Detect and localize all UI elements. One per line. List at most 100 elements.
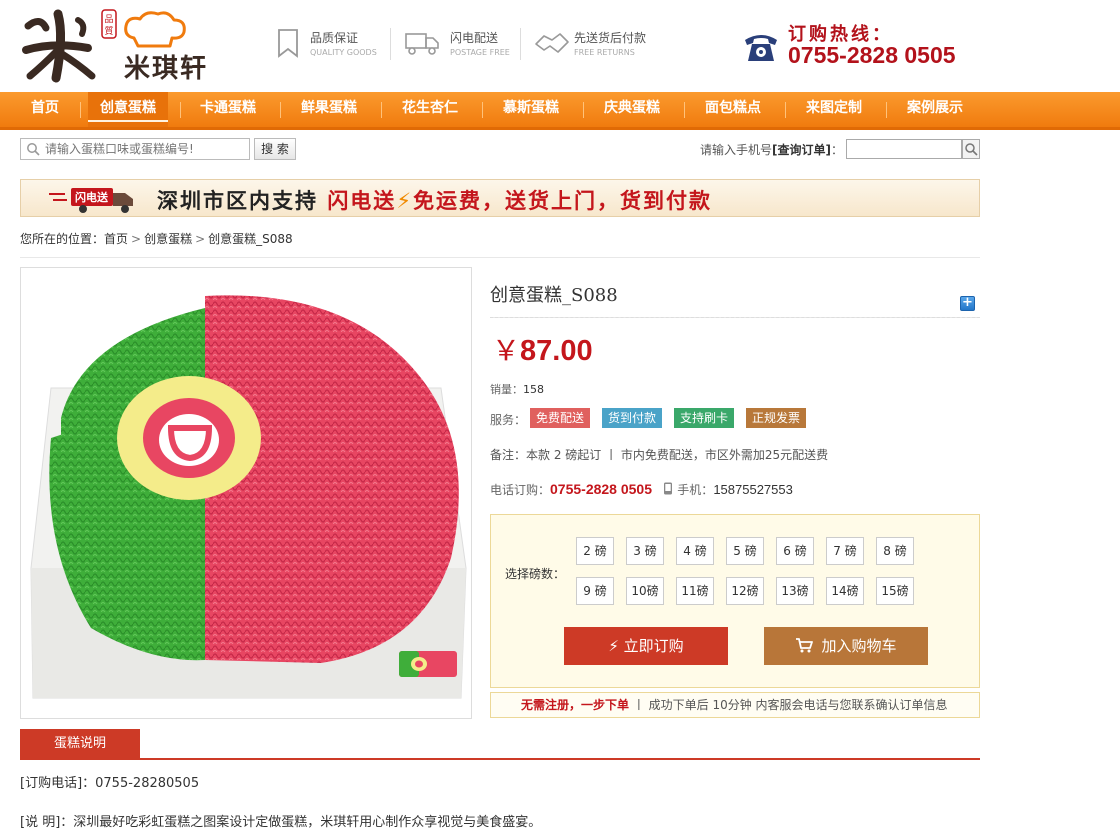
plus-icon[interactable]: + [960,296,975,311]
tip-highlight: 无需注册，一步下单 [521,698,630,712]
nav-divider [381,102,382,118]
breadcrumb-separator: > [131,232,142,246]
nav-divider [684,102,685,118]
breadcrumb: 您所在的位置：首页 > 创意蛋糕 > 创意蛋糕_S088 [20,230,293,247]
breadcrumb-category[interactable]: 创意蛋糕 [144,232,192,246]
weight-option[interactable]: 7 磅 [826,537,864,565]
tip-text: 丨 成功下单后 10分钟 内客服会电话与您联系确认订单信息 [629,698,948,712]
cake-photo [30,295,467,699]
feature-subtitle: FREE RETURNS [574,48,635,57]
phone-label: 电话订购： [490,483,551,497]
nav-divider [482,102,483,118]
nav-item-home[interactable]: 首页 [16,92,74,127]
feature-subtitle: POSTAGE FREE [450,48,510,57]
service-badge-cash-on-delivery: 货到付款 [602,408,663,428]
hotline-number: 0755-2828 0505 [788,42,956,68]
mobile-phone-icon [664,482,673,495]
divider [20,758,980,760]
divider [490,317,980,318]
weight-option[interactable]: 4 磅 [676,537,714,565]
feature-title: 闪电配送 [450,31,499,45]
telephone-icon [745,35,777,61]
add-to-cart-label: 加入购物车 [821,637,897,655]
weight-label: 选择磅数： [505,567,566,581]
feature-title: 品质保证 [310,31,359,45]
logo-text: 米琪轩 [124,54,209,84]
order-search-button[interactable] [962,139,980,159]
weight-option[interactable]: 2 磅 [576,537,614,565]
site-logo[interactable]: 品 質 米琪轩 [20,6,230,84]
order-query-link[interactable]: [查询订单] [772,143,831,157]
svg-text:質: 質 [105,25,114,37]
price-value: 87.00 [520,335,593,367]
mobile-number: 15875527553 [713,482,793,497]
main-nav: 首页 创意蛋糕 卡通蛋糕 鲜果蛋糕 花生杏仁 慕斯蛋糕 庆典蛋糕 面包糕点 来图… [0,92,1120,130]
feature-title: 先送货后付款 [574,31,647,45]
feature-subtitle: QUALITY GOODS [310,48,377,57]
weight-option[interactable]: 10磅 [626,577,664,605]
nav-item-fruit-cakes[interactable]: 鲜果蛋糕 [289,92,369,127]
add-to-cart-button[interactable]: 加入购物车 [764,627,928,665]
service-badge-invoice: 正规发票 [746,408,807,428]
nav-item-cartoon-cakes[interactable]: 卡通蛋糕 [188,92,268,127]
weight-option[interactable]: 8 磅 [876,537,914,565]
weight-option[interactable]: 11磅 [676,577,714,605]
breadcrumb-current: 创意蛋糕_S088 [208,232,293,246]
product-price: ￥87.00 [492,329,593,369]
breadcrumb-prefix: 您所在的位置： [20,232,105,246]
banner-part1: 深圳市区内支持 [157,189,318,213]
search-icon [965,143,978,156]
weight-option[interactable]: 5 磅 [726,537,764,565]
nav-item-creative-cakes[interactable]: 创意蛋糕 [88,92,168,127]
nav-divider [785,102,786,118]
nav-divider [180,102,181,118]
weight-option[interactable]: 6 磅 [776,537,814,565]
breadcrumb-home[interactable]: 首页 [104,232,128,246]
nav-item-mousse-cakes[interactable]: 慕斯蛋糕 [491,92,571,127]
order-phone-input[interactable] [846,139,962,159]
truck-label: 闪电送 [75,190,109,204]
tab-cake-description[interactable]: 蛋糕说明 [20,729,140,759]
service-badge-free-delivery: 免费配送 [530,408,591,428]
weight-option[interactable]: 3 磅 [626,537,664,565]
handshake-icon [535,33,569,53]
sales-value: 158 [523,383,544,396]
delivery-banner[interactable]: 闪电送 深圳市区内支持 闪电送⚡免运费，送货上门，货到付款 [20,179,980,217]
weight-option[interactable]: 12磅 [726,577,764,605]
nav-item-peanut-almond[interactable]: 花生杏仁 [390,92,470,127]
service-badge-card-payment: 支持刷卡 [674,408,735,428]
buy-now-button[interactable]: ⚡ 立即订购 [564,627,728,665]
weight-option[interactable]: 15磅 [876,577,914,605]
delivery-truck-icon: 闪电送 [49,188,133,213]
buy-now-label: 立即订购 [623,637,684,655]
sales-count: 销量：158 [490,381,544,397]
breadcrumb-separator: > [195,232,206,246]
nav-item-bread-pastry[interactable]: 面包糕点 [693,92,773,127]
order-query-prefix: 请输入手机号 [700,143,773,157]
order-query-label: 请输入手机号[查询订单]： [700,141,843,158]
nav-divider [280,102,281,118]
cart-icon [796,638,814,653]
product-title: 创意蛋糕_S088 [490,285,618,306]
nav-item-cases[interactable]: 案例展示 [895,92,975,127]
weight-option[interactable]: 13磅 [776,577,814,605]
product-image[interactable] [20,267,472,719]
nav-item-celebration-cakes[interactable]: 庆典蛋糕 [592,92,672,127]
weight-option[interactable]: 9 磅 [576,577,614,605]
nav-item-custom-design[interactable]: 来图定制 [794,92,874,127]
weight-option[interactable]: 14磅 [826,577,864,605]
banner-part3: 免运费，送货上门，货到付款 [413,189,713,213]
nav-divider [80,102,81,118]
search-button[interactable]: 搜 索 [254,138,296,160]
phone-order: 电话订购：0755-2828 0505 手机：15875527553 [490,481,793,498]
search-input[interactable] [20,138,250,160]
order-note: 备注：本款 2 磅起订 丨 市内免费配送，市区外需加25元配送费 [490,448,829,462]
banner-text: 深圳市区内支持 闪电送⚡免运费，送货上门，货到付款 [157,185,712,215]
svg-text:品: 品 [105,14,114,25]
divider [390,28,391,60]
description-text: [说 明]：深圳最好吃彩虹蛋糕之图案设计定做蛋糕，米琪轩用心制作众享视觉与美食盛… [20,815,542,830]
description-phone: [订购电话]：0755-28280505 [20,776,200,791]
sales-label: 销量： [490,383,523,396]
bookmark-icon [278,29,298,58]
nav-divider [886,102,887,118]
